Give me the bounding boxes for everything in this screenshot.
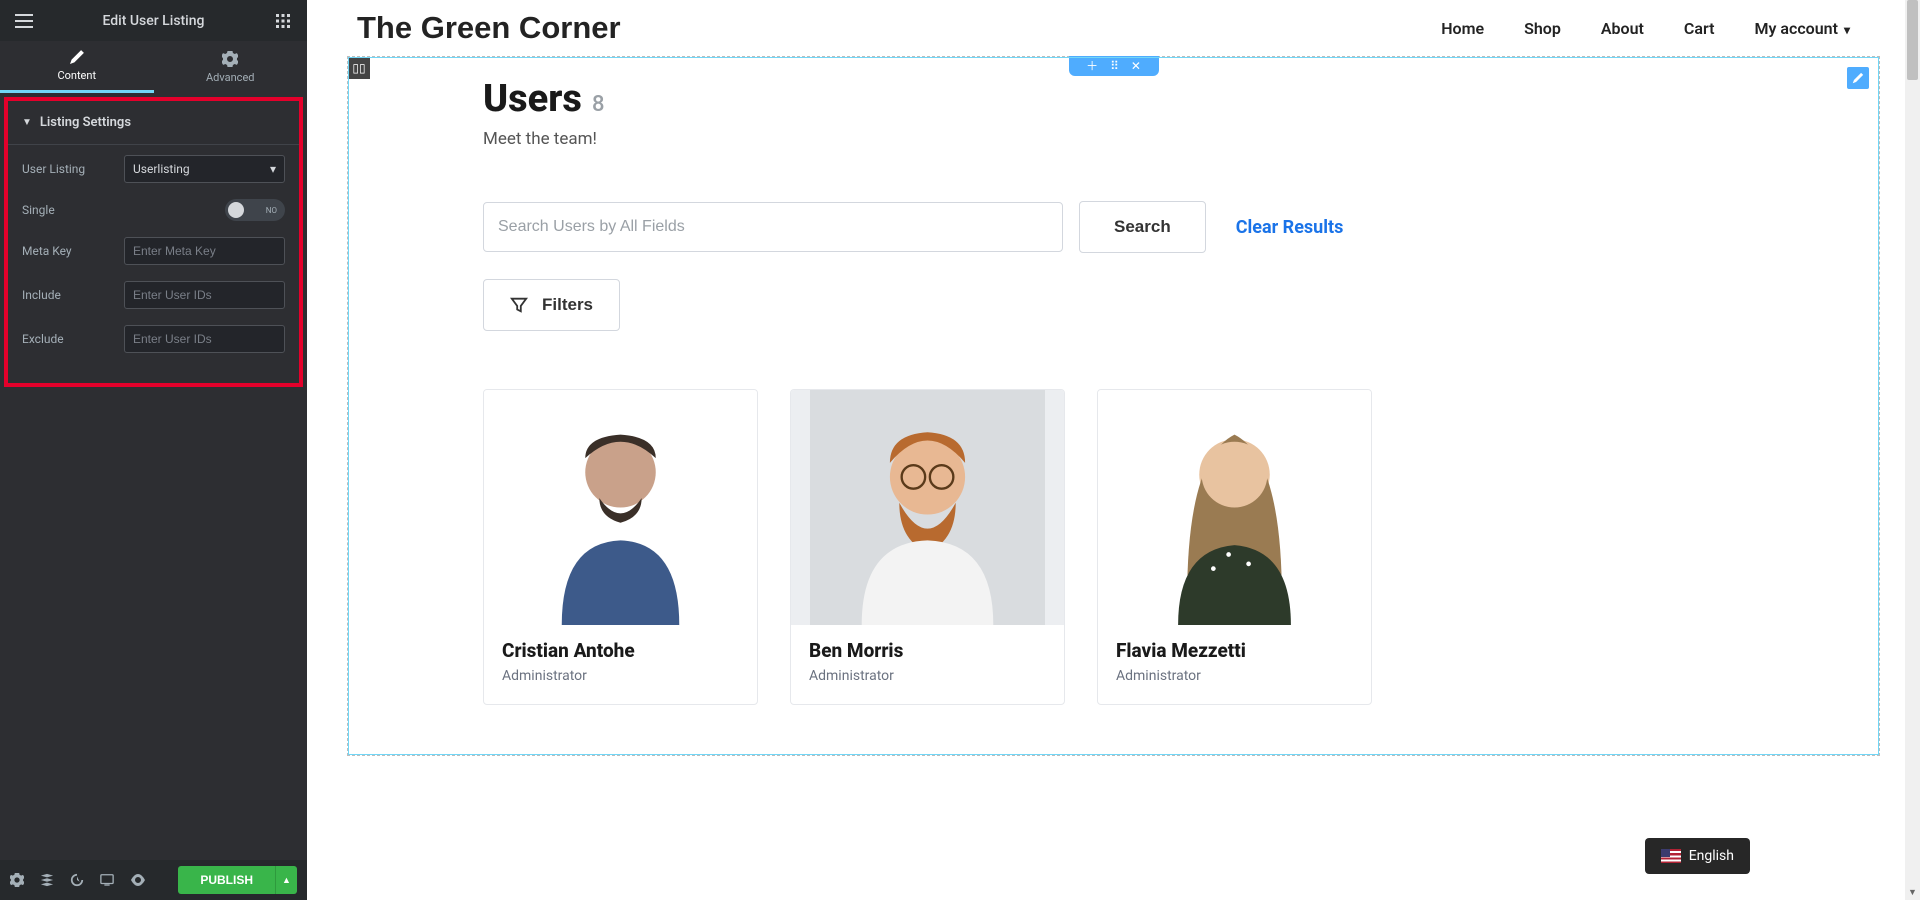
section-listing-settings[interactable]: ▼ Listing Settings xyxy=(8,101,299,145)
page-heading: Users 8 xyxy=(483,77,1744,121)
user-card[interactable]: Flavia Mezzetti Administrator xyxy=(1097,389,1372,705)
avatar xyxy=(1098,390,1371,625)
vertical-scrollbar[interactable]: ▲ ▼ xyxy=(1905,0,1920,900)
user-count: 8 xyxy=(592,92,605,117)
flag-icon xyxy=(1661,849,1681,863)
editor-canvas: The Green Corner Home Shop About Cart My… xyxy=(307,0,1920,900)
section-title: Listing Settings xyxy=(40,115,131,130)
single-toggle[interactable]: NO xyxy=(225,199,285,221)
publish-button[interactable]: PUBLISH xyxy=(178,866,275,894)
editor-sidebar: Edit User Listing Content Advanced ▼ Lis… xyxy=(0,0,307,900)
filters-label: Filters xyxy=(542,295,593,315)
nav-about[interactable]: About xyxy=(1601,19,1644,38)
search-bar: Search Clear Results xyxy=(483,201,1744,253)
control-exclude: Exclude xyxy=(22,325,285,353)
hamburger-icon[interactable] xyxy=(12,9,36,33)
users-widget: Users 8 Meet the team! Search Clear Resu… xyxy=(348,57,1879,725)
include-label: Include xyxy=(22,288,112,302)
single-toggle-text: NO xyxy=(266,206,277,215)
sidebar-body: ▼ Listing Settings User Listing Userlist… xyxy=(0,93,307,860)
sidebar-title: Edit User Listing xyxy=(103,13,205,29)
publish-dropdown[interactable]: ▲ xyxy=(275,866,297,894)
page-title: Users xyxy=(483,77,582,121)
language-switcher[interactable]: English xyxy=(1645,838,1750,874)
user-name: Flavia Mezzetti xyxy=(1116,639,1353,662)
scrollbar-thumb[interactable] xyxy=(1907,0,1918,80)
user-listing-value: Userlisting xyxy=(133,162,190,176)
tab-advanced[interactable]: Advanced xyxy=(154,41,308,93)
site-logo: The Green Corner xyxy=(357,10,621,46)
user-role: Administrator xyxy=(502,668,739,684)
avatar xyxy=(791,390,1064,625)
meta-key-label: Meta Key xyxy=(22,244,112,258)
sidebar-footer: PUBLISH ▲ xyxy=(0,860,307,900)
control-user-listing: User Listing Userlisting ▾ xyxy=(22,155,285,183)
chevron-down-icon: ▼ xyxy=(22,117,32,128)
user-listing-label: User Listing xyxy=(22,162,112,176)
page-subtitle: Meet the team! xyxy=(483,129,1744,149)
single-label: Single xyxy=(22,203,112,217)
avatar xyxy=(484,390,757,625)
publish-group: PUBLISH ▲ xyxy=(178,866,297,894)
controls-list: User Listing Userlisting ▾ Single NO xyxy=(8,145,299,363)
nav-shop[interactable]: Shop xyxy=(1524,19,1561,38)
nav-home[interactable]: Home xyxy=(1441,19,1484,38)
pencil-icon xyxy=(69,49,85,65)
user-card[interactable]: Ben Morris Administrator xyxy=(790,389,1065,705)
exclude-input[interactable] xyxy=(133,332,276,346)
user-role: Administrator xyxy=(809,668,1046,684)
user-name: Ben Morris xyxy=(809,639,1046,662)
tab-content-label: Content xyxy=(57,69,96,82)
history-icon[interactable] xyxy=(70,873,84,887)
settings-icon[interactable] xyxy=(10,873,24,887)
toggle-knob xyxy=(228,202,244,218)
user-cards: Cristian Antohe Administrator Ben Morris… xyxy=(483,389,1744,705)
preview-icon[interactable] xyxy=(130,874,146,886)
user-role: Administrator xyxy=(1116,668,1353,684)
main-nav: Home Shop About Cart My account xyxy=(1441,19,1880,38)
search-input[interactable] xyxy=(483,202,1063,252)
elementor-section[interactable]: ＋ ⠿ ✕ ▯▯ Users 8 Meet the team! Search C… xyxy=(347,56,1880,756)
control-meta-key: Meta Key xyxy=(22,237,285,265)
responsive-icon[interactable] xyxy=(100,873,114,887)
nav-account[interactable]: My account xyxy=(1754,19,1850,38)
filter-icon xyxy=(510,296,528,314)
tab-content[interactable]: Content xyxy=(0,41,154,93)
nav-cart[interactable]: Cart xyxy=(1684,19,1715,38)
control-include: Include xyxy=(22,281,285,309)
scroll-down-icon[interactable]: ▼ xyxy=(1905,885,1920,900)
tab-advanced-label: Advanced xyxy=(206,71,254,84)
user-card[interactable]: Cristian Antohe Administrator xyxy=(483,389,758,705)
gear-icon xyxy=(222,51,238,67)
sidebar-header: Edit User Listing xyxy=(0,0,307,41)
listing-settings-highlight: ▼ Listing Settings User Listing Userlist… xyxy=(4,97,303,387)
caret-down-icon: ▾ xyxy=(270,162,276,176)
user-name: Cristian Antohe xyxy=(502,639,739,662)
filters-button[interactable]: Filters xyxy=(483,279,620,331)
sidebar-tabs: Content Advanced xyxy=(0,41,307,93)
control-single: Single NO xyxy=(22,199,285,221)
grid-icon[interactable] xyxy=(271,9,295,33)
include-input[interactable] xyxy=(133,288,276,302)
navigator-icon[interactable] xyxy=(40,873,54,887)
search-button[interactable]: Search xyxy=(1079,201,1206,253)
user-listing-select[interactable]: Userlisting ▾ xyxy=(124,155,285,183)
site-header: The Green Corner Home Shop About Cart My… xyxy=(307,0,1920,56)
clear-results-link[interactable]: Clear Results xyxy=(1236,217,1344,238)
exclude-label: Exclude xyxy=(22,332,112,346)
language-label: English xyxy=(1689,848,1734,864)
meta-key-input[interactable] xyxy=(133,244,276,258)
